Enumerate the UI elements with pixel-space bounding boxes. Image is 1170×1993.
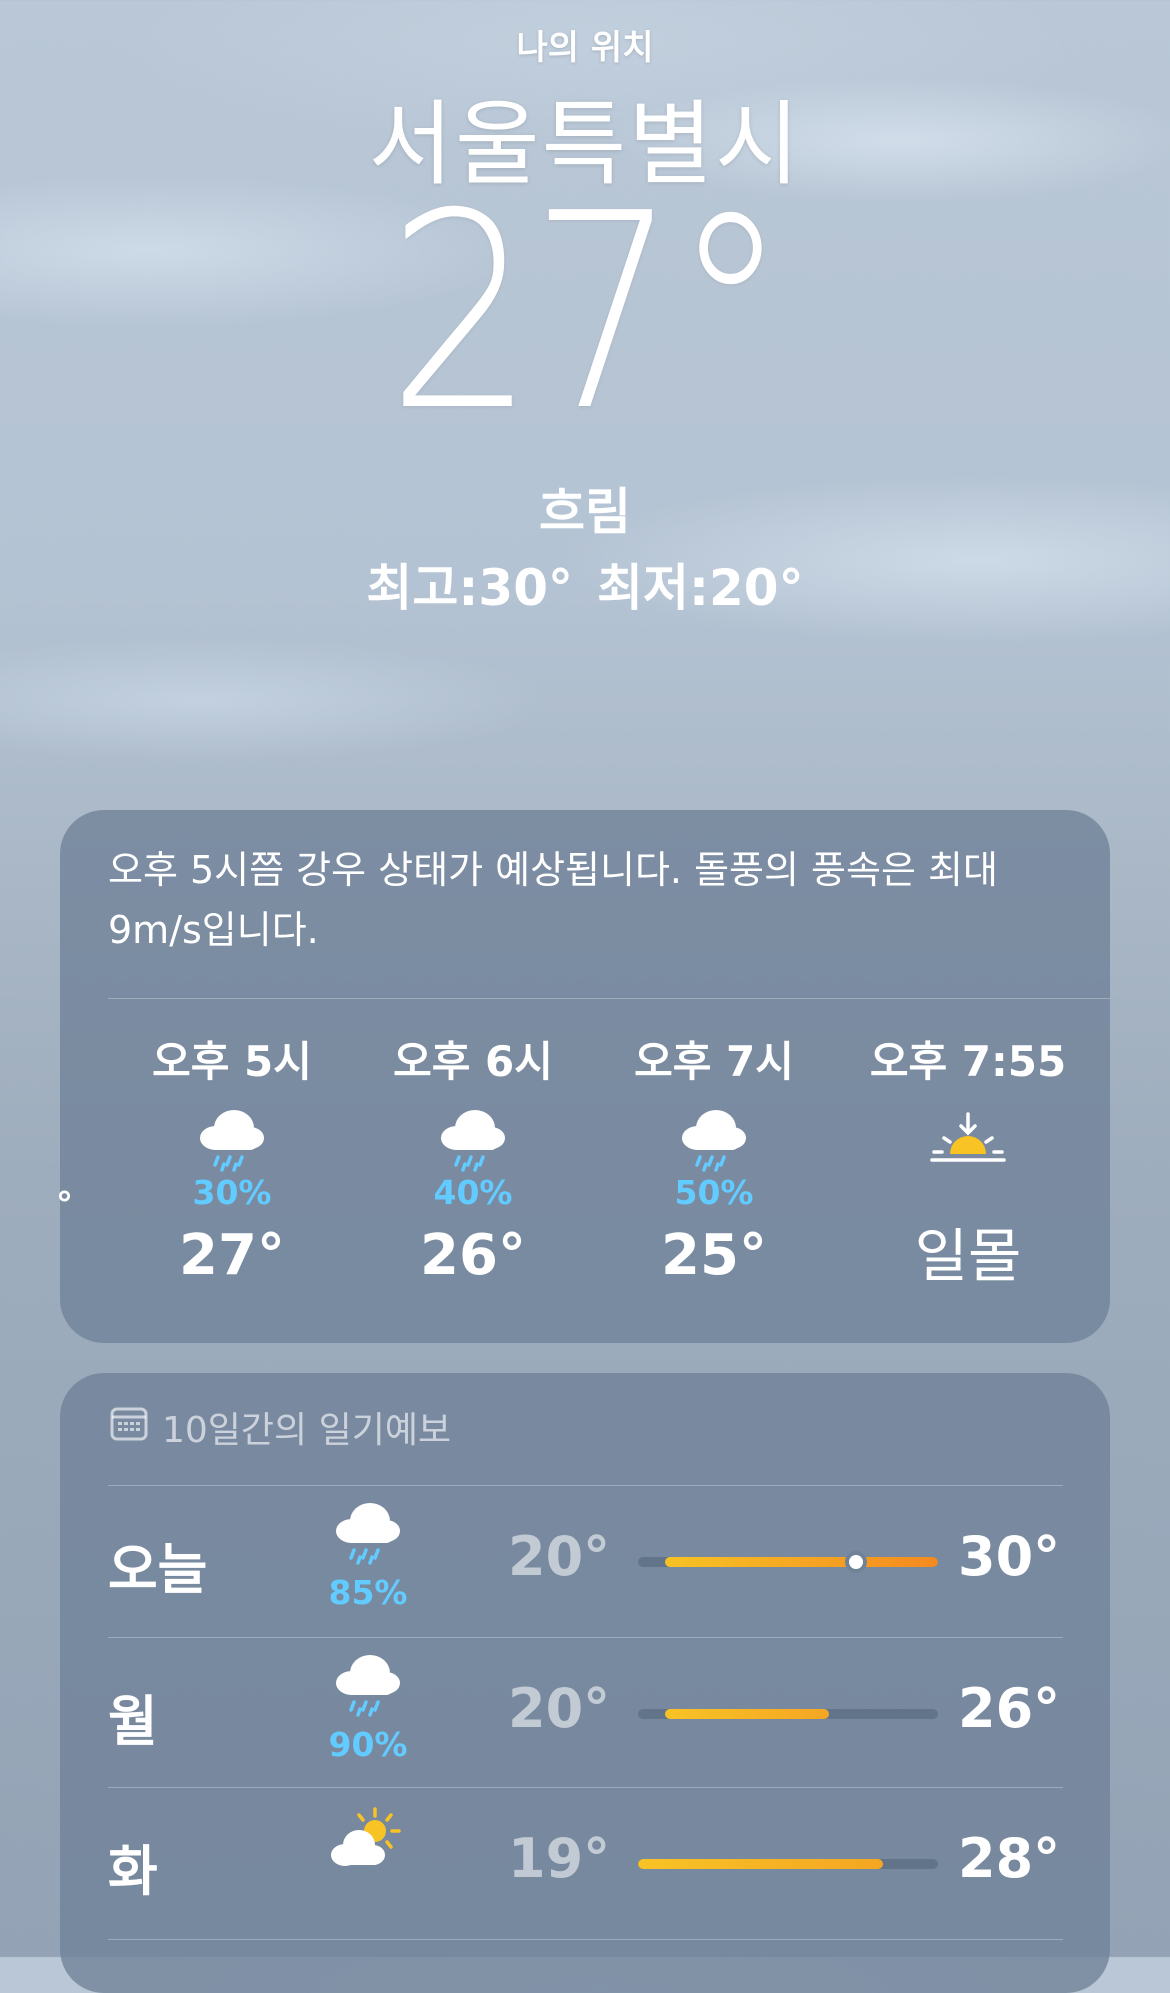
temp-range-bar — [638, 1557, 938, 1567]
cloud-rain-icon — [132, 1092, 332, 1174]
day-low: 20° — [508, 1525, 611, 1588]
precip-probability: 90% — [328, 1725, 408, 1764]
daily-divider — [108, 1787, 1063, 1788]
daily-divider — [108, 1637, 1063, 1638]
hour-time: 오후 7시 — [634, 1037, 794, 1086]
precip-probability: 85% — [328, 1573, 408, 1612]
scrolled-temp-fragment: ° — [56, 1185, 73, 1225]
hourly-divider — [108, 998, 1110, 999]
hour-time: 오후 5시 — [152, 1037, 312, 1086]
day-high: 26° — [958, 1677, 1061, 1740]
hour-time: 오후 7:55 — [869, 1037, 1067, 1086]
precip-probability: 40% — [433, 1173, 513, 1212]
low-temp: 최저:20° — [597, 559, 804, 617]
temp-range-bar — [638, 1859, 938, 1869]
cloud-rain-icon: 85% — [318, 1497, 418, 1612]
cloud-rain-icon — [373, 1092, 573, 1174]
hour-time: 오후 6시 — [393, 1037, 553, 1086]
forecast-summary: 오후 5시쯤 강우 상태가 예상됩니다. 돌풍의 풍속은 최대 9m/s입니다. — [108, 848, 998, 952]
cloud-rain-icon: 90% — [318, 1649, 418, 1764]
ten-day-forecast-card[interactable]: 10일간의 일기예보 오늘 85% 20° 30° 월 90% 20° 26° … — [60, 1373, 1110, 1993]
daily-divider — [108, 1939, 1063, 1940]
sunset-icon — [868, 1092, 1068, 1174]
day-high: 28° — [958, 1827, 1061, 1890]
temp-range-fill — [638, 1859, 884, 1869]
day-row-mon[interactable]: 월 90% 20° 26° — [108, 1639, 1063, 1789]
day-low: 20° — [508, 1677, 611, 1740]
day-high: 30° — [958, 1525, 1061, 1588]
hourly-forecast-card[interactable]: 오후 5시쯤 강우 상태가 예상됩니다. 돌풍의 풍속은 최대 9m/s입니다.… — [56, 810, 1110, 1343]
day-name: 화 — [108, 1840, 158, 1903]
current-temperature: 27° — [386, 155, 788, 470]
temp-range-fill — [665, 1557, 938, 1567]
hour-temperature: 27° — [179, 1223, 285, 1288]
precip-probability: 50% — [674, 1173, 754, 1212]
temp-range-bar — [638, 1709, 938, 1719]
ten-day-title: 10일간의 일기예보 — [110, 1401, 451, 1453]
high-temp: 최고:30° — [366, 559, 573, 617]
current-condition: 흐림 — [539, 483, 631, 541]
daily-divider — [108, 1485, 1063, 1486]
cloud-rain-icon — [614, 1092, 814, 1174]
hour-temperature: 26° — [420, 1223, 526, 1288]
day-row-today[interactable]: 오늘 85% 20° 30° — [108, 1487, 1063, 1637]
hour-item[interactable]: 오후 6시 40% 26° — [373, 1032, 573, 1296]
partly-sunny-icon — [318, 1799, 418, 1879]
current-temp-dot — [845, 1551, 868, 1573]
hour-item[interactable]: 오후 5시 30% 27° — [132, 1032, 332, 1296]
precip-probability: 30% — [192, 1173, 272, 1212]
hour-item[interactable]: 오후 7시 50% 25° — [614, 1032, 814, 1296]
hour-temperature: 25° — [661, 1223, 767, 1288]
day-low: 19° — [508, 1827, 611, 1890]
day-name: 월 — [108, 1690, 158, 1753]
ten-day-title-text: 10일간의 일기예보 — [162, 1410, 452, 1451]
precip-probability — [868, 1174, 1068, 1216]
day-name: 오늘 — [108, 1538, 208, 1601]
hour-item-sunset[interactable]: 오후 7:55 일몰 — [868, 1032, 1068, 1296]
high-low: 최고:30° 최저:20° — [0, 548, 1170, 620]
day-row-tue[interactable]: 화 19° 28° — [108, 1789, 1063, 1939]
my-location-label: 나의 위치 — [516, 28, 654, 68]
calendar-icon — [110, 1405, 148, 1450]
sunset-label: 일몰 — [914, 1222, 1022, 1290]
temp-range-fill — [665, 1709, 829, 1719]
